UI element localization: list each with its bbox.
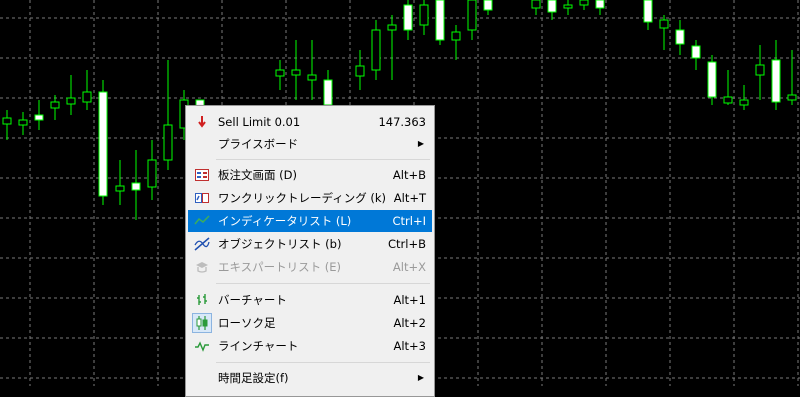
- menu-item-order-board[interactable]: 板注文画面 (D) Alt+B: [188, 164, 432, 186]
- candle-body: [323, 79, 333, 106]
- line-chart-icon: [195, 341, 209, 352]
- menu-item-shortcut: Alt+T: [393, 191, 426, 205]
- menu-item-shortcut: 147.363: [378, 115, 426, 129]
- candle-body: [387, 24, 397, 31]
- menu-separator: [216, 283, 430, 284]
- candlestick-icon: [196, 316, 208, 330]
- candle-body: [707, 61, 717, 98]
- candle-body: [675, 29, 685, 45]
- candle-body: [755, 64, 765, 76]
- candle-body: [147, 159, 157, 188]
- menu-separator: [216, 159, 430, 160]
- object-list-icon: [194, 237, 210, 251]
- menu-item-label: 板注文画面 (D): [218, 168, 297, 182]
- menu-item-label: ワンクリックトレーディング (k): [218, 191, 386, 205]
- candle-body: [595, 0, 605, 9]
- candle-body: [691, 45, 701, 59]
- submenu-arrow-icon: ▶: [417, 139, 424, 148]
- candle-body: [771, 59, 781, 103]
- candle-body: [483, 0, 493, 11]
- candle-body: [723, 96, 733, 104]
- order-board-icon: [195, 169, 209, 181]
- menu-item-label: インディケータリスト (L): [218, 214, 352, 228]
- menu-item-label: オブジェクトリスト (b): [218, 237, 342, 251]
- candle-body: [131, 182, 141, 191]
- candle-body: [659, 19, 669, 29]
- candle-body: [275, 69, 285, 77]
- menu-item-object-list[interactable]: オブジェクトリスト (b) Ctrl+B: [188, 233, 432, 255]
- menu-item-bar-chart[interactable]: バーチャート Alt+1: [188, 289, 432, 311]
- menu-item-shortcut: Alt+2: [393, 316, 426, 330]
- menu-item-shortcut: Alt+1: [393, 293, 426, 307]
- candle-body: [579, 0, 589, 6]
- menu-item-label: プライスボード: [218, 137, 299, 151]
- candle-body: [403, 4, 413, 31]
- candle-body: [34, 114, 44, 121]
- menu-item-label: バーチャート: [218, 293, 287, 307]
- menu-item-indicator-list[interactable]: インディケータリスト (L) Ctrl+I: [188, 210, 432, 232]
- candle-body: [291, 69, 301, 76]
- candle-body: [563, 4, 573, 9]
- one-click-trading-icon: [195, 193, 209, 203]
- candle-body: [2, 117, 12, 125]
- candle-body: [787, 94, 797, 101]
- menu-item-price-board[interactable]: プライスボード ▶: [188, 133, 432, 155]
- candle-body: [115, 185, 125, 192]
- candle-body: [371, 29, 381, 71]
- menu-item-candlestick[interactable]: ローソク足 Alt+2: [188, 312, 432, 334]
- candle-body: [82, 91, 92, 103]
- candle-body: [18, 119, 28, 126]
- menu-item-one-click-trading[interactable]: ワンクリックトレーディング (k) Alt+T: [188, 187, 432, 209]
- candle-body: [547, 0, 557, 13]
- menu-item-line-chart[interactable]: ラインチャート Alt+3: [188, 335, 432, 357]
- menu-item-shortcut: Alt+X: [392, 260, 426, 274]
- candle-body: [739, 99, 749, 106]
- candle-body: [531, 0, 541, 9]
- menu-item-label: Sell Limit 0.01: [218, 115, 301, 129]
- context-menu: Sell Limit 0.01 147.363 プライスボード ▶ 板注文画面 …: [185, 105, 435, 397]
- menu-item-expert-list[interactable]: エキスパートリスト (E) Alt+X: [188, 256, 432, 278]
- candle-body: [163, 124, 173, 161]
- menu-item-sell-limit[interactable]: Sell Limit 0.01 147.363: [188, 111, 432, 133]
- menu-item-shortcut: Ctrl+I: [392, 214, 427, 228]
- menu-item-label: ラインチャート: [218, 339, 299, 353]
- menu-item-shortcut: Ctrl+B: [388, 237, 426, 251]
- bar-chart-icon: [197, 294, 207, 305]
- candle-body: [451, 31, 461, 41]
- candle-body: [307, 74, 317, 81]
- candle-body: [435, 0, 445, 41]
- menu-item-shortcut: Alt+B: [392, 168, 426, 182]
- menu-separator: [216, 362, 430, 363]
- menu-item-shortcut: Alt+3: [393, 339, 426, 353]
- candle-body: [467, 0, 477, 31]
- menu-item-label: ローソク足: [218, 316, 276, 330]
- expert-list-icon: [196, 262, 208, 273]
- candle-body: [98, 91, 108, 197]
- sell-limit-icon: [198, 116, 206, 128]
- candle-body: [66, 97, 76, 105]
- candle-body: [355, 65, 365, 77]
- candle-body: [419, 4, 429, 26]
- menu-item-label: エキスパートリスト (E): [218, 260, 342, 274]
- candle-body: [643, 0, 653, 23]
- candle-body: [50, 101, 60, 109]
- indicator-list-icon: [194, 215, 210, 225]
